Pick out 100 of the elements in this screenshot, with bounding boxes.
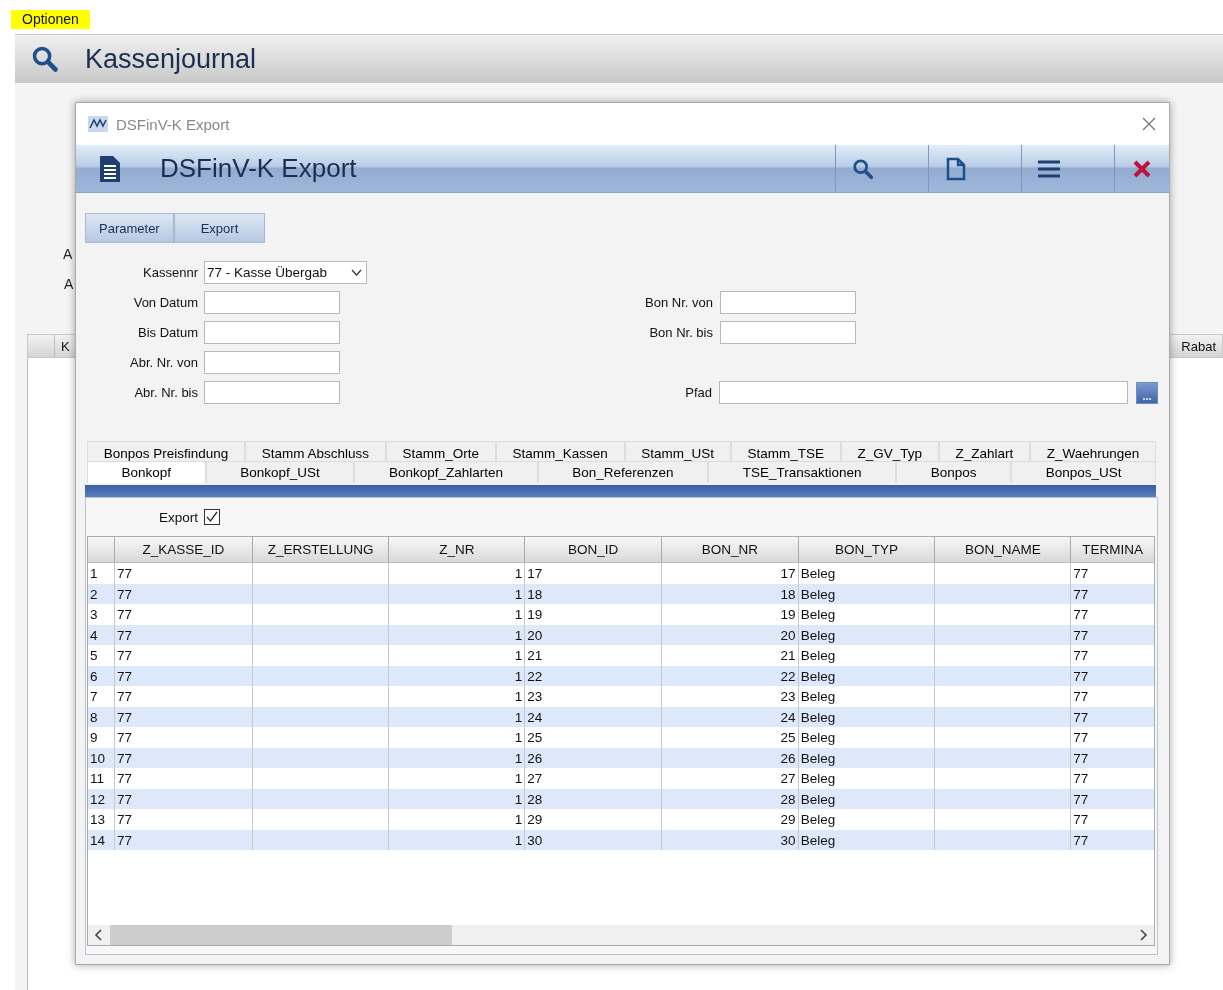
table-cell: 24 bbox=[660, 706, 798, 727]
page-title: Kassenjournal bbox=[85, 43, 257, 75]
table-cell: 27 bbox=[660, 768, 798, 789]
tab[interactable]: Bonkopf_Zahlarten bbox=[354, 461, 538, 483]
tab[interactable]: Z_GV_Typ bbox=[840, 441, 939, 461]
options-menu[interactable]: Optionen bbox=[11, 10, 90, 29]
table-cell: Beleg bbox=[797, 645, 935, 666]
table-cell: 17 bbox=[660, 563, 798, 584]
table-cell: 77 bbox=[1070, 583, 1154, 604]
chevron-right-icon[interactable] bbox=[1138, 929, 1148, 941]
input-field[interactable] bbox=[204, 381, 340, 404]
input-field[interactable] bbox=[204, 351, 340, 374]
browse-button[interactable]: ... bbox=[1136, 381, 1158, 404]
tab[interactable]: Bon_Referenzen bbox=[537, 461, 709, 483]
table-cell: 25 bbox=[660, 727, 798, 748]
close-icon[interactable] bbox=[1141, 116, 1157, 132]
search-icon bbox=[852, 157, 874, 180]
table-cell: 26 bbox=[524, 747, 661, 768]
table-cell: 77 bbox=[113, 829, 252, 850]
column-header[interactable]: Z_KASSE_ID bbox=[113, 537, 252, 562]
tab[interactable]: Z_Zahlart bbox=[938, 441, 1030, 461]
table-cell: 77 bbox=[1070, 829, 1154, 850]
tab[interactable]: Stamm Abschluss bbox=[245, 441, 386, 461]
column-header: Rabat bbox=[1180, 338, 1217, 354]
horizontal-scrollbar[interactable] bbox=[88, 925, 1154, 945]
table-cell: 1 bbox=[388, 686, 525, 707]
table-cell: 77 bbox=[1070, 747, 1154, 768]
row-number: 7 bbox=[89, 688, 99, 706]
table-cell: 27 bbox=[524, 768, 661, 789]
tab[interactable]: Bonkopf bbox=[87, 461, 206, 483]
tab[interactable]: Stamm_Orte bbox=[385, 441, 496, 461]
table-cell: Beleg bbox=[797, 706, 935, 727]
input-field[interactable] bbox=[720, 321, 856, 344]
table-cell: 1 bbox=[388, 665, 525, 686]
table-cell: 28 bbox=[524, 788, 661, 809]
table-cell: 1 bbox=[388, 829, 525, 850]
tab[interactable]: Bonpos_USt bbox=[1011, 461, 1157, 483]
table-cell: 23 bbox=[660, 686, 798, 707]
table-cell: 18 bbox=[660, 583, 798, 604]
table-cell: 77 bbox=[113, 624, 252, 645]
scrollbar-thumb[interactable] bbox=[110, 925, 452, 945]
table-cell: 77 bbox=[1070, 624, 1154, 645]
tab[interactable]: Stamm_TSE bbox=[730, 441, 841, 461]
row-number: 10 bbox=[89, 749, 107, 768]
input-field[interactable] bbox=[719, 381, 1128, 404]
table-cell: Beleg bbox=[797, 829, 935, 850]
toolbar-button[interactable]: Parameter bbox=[85, 213, 174, 243]
table-cell: 77 bbox=[1070, 727, 1154, 748]
table-cell: 19 bbox=[524, 604, 661, 625]
table-cell: 22 bbox=[660, 665, 798, 686]
checkbox[interactable] bbox=[204, 509, 221, 525]
table-cell: 1 bbox=[388, 624, 525, 645]
table-cell: 18 bbox=[524, 583, 661, 604]
input-field[interactable] bbox=[720, 291, 856, 314]
row-number: 1 bbox=[89, 565, 99, 583]
table-cell: 17 bbox=[524, 563, 661, 584]
row-number: 3 bbox=[89, 606, 99, 624]
table-cell: Beleg bbox=[797, 809, 935, 830]
table-cell: 22 bbox=[524, 665, 661, 686]
field-label: Von Datum bbox=[132, 295, 198, 310]
field-label: Pfad bbox=[684, 385, 712, 400]
row-number: 14 bbox=[89, 831, 107, 850]
menu-icon bbox=[1038, 158, 1060, 179]
table-cell: 1 bbox=[388, 768, 525, 789]
table-cell: 77 bbox=[113, 686, 252, 707]
tab[interactable]: Bonpos bbox=[896, 461, 1012, 483]
dropdown[interactable]: 77 - Kasse Übergab bbox=[204, 261, 367, 284]
table-cell: Beleg bbox=[797, 768, 935, 789]
toolbar-button[interactable]: Export bbox=[173, 213, 266, 243]
tab[interactable]: Stamm_USt bbox=[624, 441, 731, 461]
table-cell: 77 bbox=[113, 645, 252, 666]
table-cell: 1 bbox=[388, 727, 525, 748]
tab[interactable]: Z_Waehrungen bbox=[1029, 441, 1156, 461]
column-header[interactable]: Z_ERSTELLUNG bbox=[251, 537, 389, 562]
table-cell: 30 bbox=[660, 829, 798, 850]
tab[interactable]: Stamm_Kassen bbox=[495, 441, 625, 461]
field-label: Bon Nr. von bbox=[644, 295, 713, 310]
table-cell: 77 bbox=[1070, 563, 1154, 584]
tab[interactable]: TSE_Transaktionen bbox=[708, 461, 897, 483]
chevron-left-icon[interactable] bbox=[94, 929, 104, 941]
tab[interactable]: Bonkopf_USt bbox=[205, 461, 355, 483]
table-cell: 77 bbox=[113, 583, 252, 604]
table-cell: Beleg bbox=[797, 686, 935, 707]
input-field[interactable] bbox=[204, 291, 340, 314]
tab[interactable]: Bonpos Preisfindung bbox=[87, 441, 246, 461]
column-header[interactable]: Z_NR bbox=[388, 537, 525, 562]
column-header[interactable]: TERMINA bbox=[1070, 537, 1154, 562]
table-cell: Beleg bbox=[797, 624, 935, 645]
field-label: A bbox=[64, 276, 74, 292]
column-header[interactable]: BON_NAME bbox=[934, 537, 1071, 562]
row-number: 13 bbox=[89, 811, 107, 829]
input-field[interactable] bbox=[204, 321, 340, 344]
column-header[interactable]: BON_ID bbox=[524, 537, 661, 562]
column-header[interactable]: BON_TYP bbox=[797, 537, 935, 562]
table-cell: Beleg bbox=[797, 604, 935, 625]
table-cell: 1 bbox=[388, 809, 525, 830]
search-icon[interactable] bbox=[31, 45, 59, 73]
column-header[interactable]: BON_NR bbox=[660, 537, 798, 562]
table-cell: 77 bbox=[113, 563, 252, 584]
table-cell: 23 bbox=[524, 686, 661, 707]
